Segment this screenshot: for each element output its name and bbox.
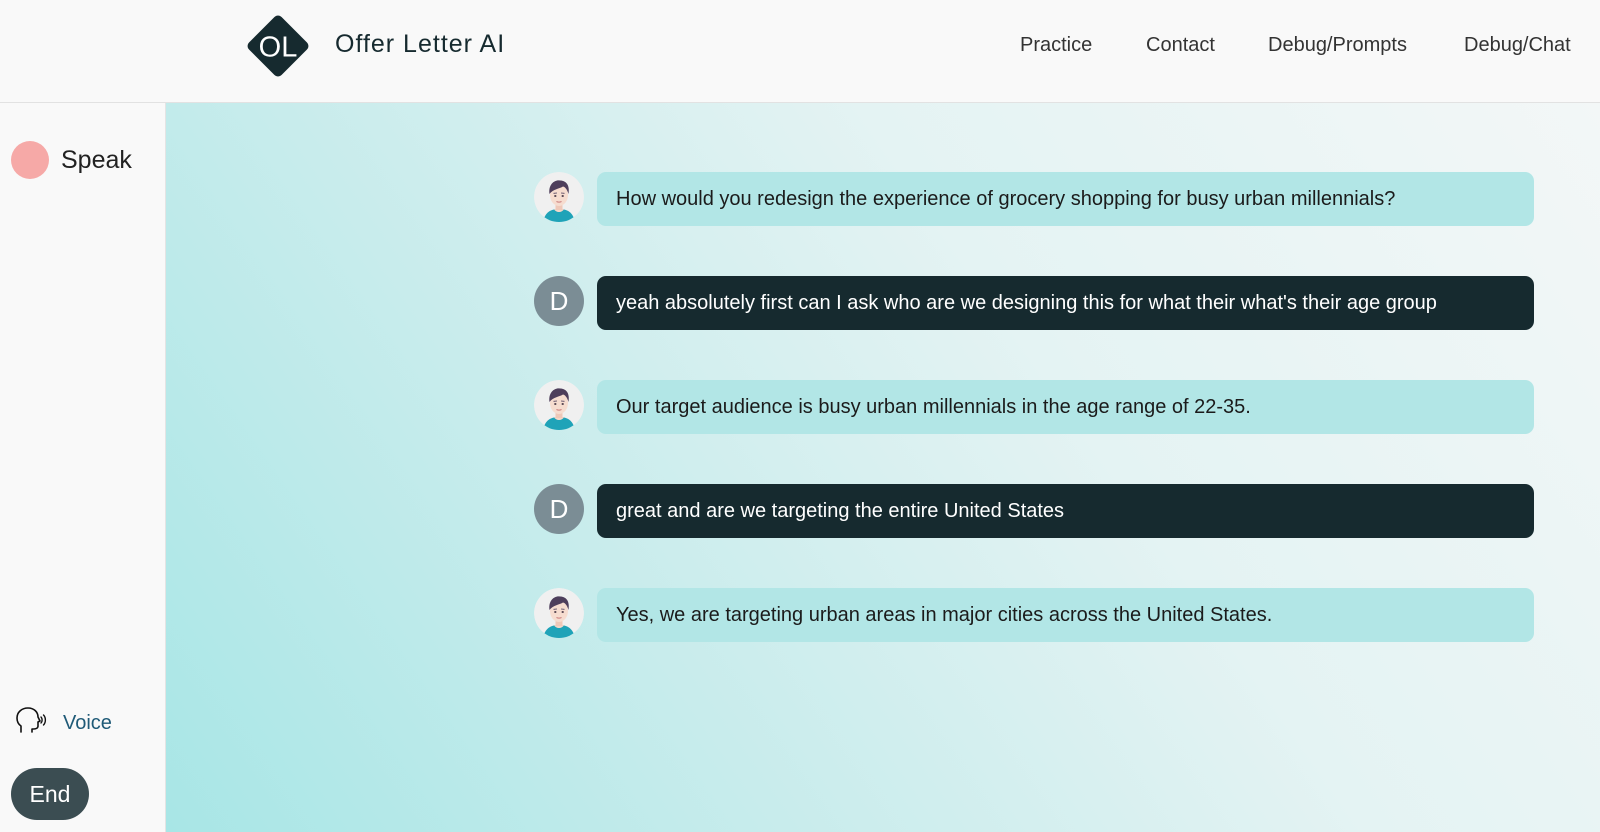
message-row: D yeah absolutely first can I ask who ar… [534,276,1534,330]
nav-practice[interactable]: Practice [1020,34,1092,57]
nav-debug-prompts[interactable]: Debug/Prompts [1268,34,1407,57]
message-row: Our target audience is busy urban millen… [534,380,1534,434]
ai-message-bubble: Yes, we are targeting urban areas in maj… [597,588,1534,642]
logo-icon[interactable]: OL [243,11,313,81]
ai-message-bubble: Our target audience is busy urban millen… [597,380,1534,434]
message-row: How would you redesign the experience of… [534,172,1534,226]
message-row: D great and are we targeting the entire … [534,484,1534,538]
logo-text: OL [259,32,298,64]
end-button[interactable]: End [11,768,89,820]
voice-link[interactable]: Voice [63,712,112,735]
message-row: Yes, we are targeting urban areas in maj… [534,588,1534,642]
user-avatar: D [534,484,584,534]
top-header: OL Offer Letter AI Practice Contact Debu… [0,0,1600,103]
speak-indicator-icon[interactable] [11,141,49,179]
brand-name[interactable]: Offer Letter AI [335,30,505,59]
interviewer-avatar-icon [534,380,584,430]
user-avatar: D [534,276,584,326]
ai-message-bubble: How would you redesign the experience of… [597,172,1534,226]
sidebar: Speak Voice End [0,103,166,832]
chat-area: How would you redesign the experience of… [166,103,1600,832]
user-message-bubble: yeah absolutely first can I ask who are … [597,276,1534,330]
user-message-bubble: great and are we targeting the entire Un… [597,484,1534,538]
interviewer-avatar-icon [534,588,584,638]
voice-head-icon[interactable] [15,706,47,736]
nav-contact[interactable]: Contact [1146,34,1215,57]
speak-label[interactable]: Speak [61,146,132,175]
interviewer-avatar-icon [534,172,584,222]
nav-debug-chat[interactable]: Debug/Chat [1464,34,1571,57]
